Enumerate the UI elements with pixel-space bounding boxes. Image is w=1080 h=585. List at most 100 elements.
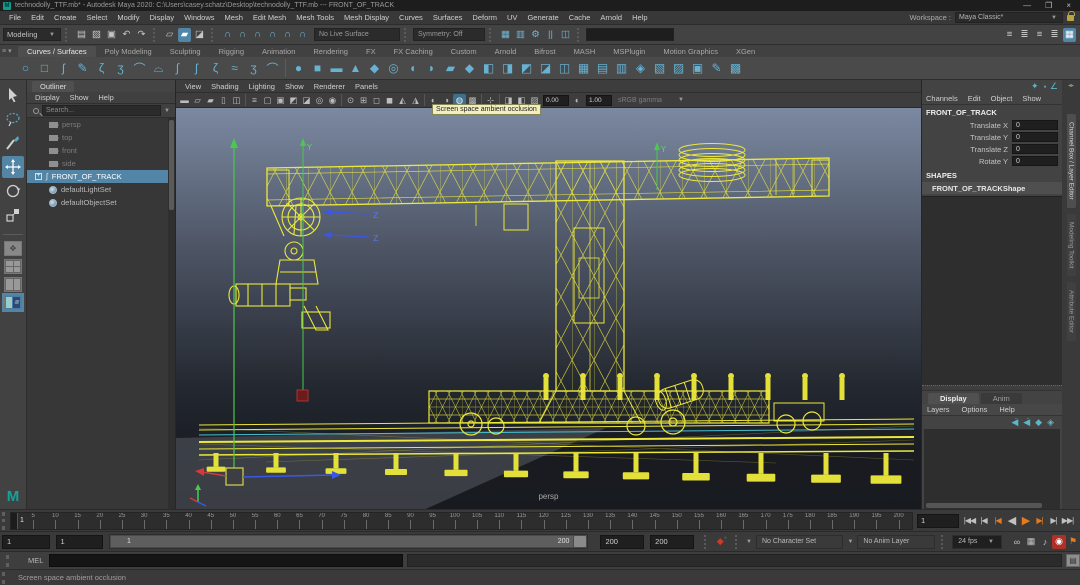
scale-tool[interactable] — [2, 204, 24, 226]
redo-icon[interactable]: ↷ — [135, 28, 148, 42]
stitch-icon[interactable]: ▩ — [726, 59, 745, 78]
viewport-panel[interactable]: ViewShadingLightingShowRendererPanels ▬▱… — [176, 80, 921, 509]
outliner-item-defaultobjectset[interactable]: defaultObjectSet — [27, 196, 175, 209]
menu-edit-mesh[interactable]: Edit Mesh — [248, 13, 291, 22]
outliner-scrollbar[interactable] — [168, 118, 175, 509]
shelf-tab-fx-caching[interactable]: FX Caching — [385, 46, 442, 57]
auto-key-icon[interactable]: ◉ — [1052, 535, 1066, 549]
graph-icon[interactable]: ∠ — [1050, 81, 1058, 92]
camera-attributes-icon[interactable]: ▰ — [204, 94, 217, 107]
maximize-button[interactable]: ❐ — [1045, 1, 1052, 10]
shelf-tab-fx[interactable]: FX — [357, 46, 385, 57]
channel-menu-channels[interactable]: Channels — [922, 94, 962, 103]
insert-isoparm-icon[interactable]: ▥ — [612, 59, 631, 78]
intersect-curve-icon[interactable]: ⌒ — [263, 59, 282, 78]
nurbs-sphere-icon[interactable]: ● — [289, 59, 308, 78]
expand-icon[interactable]: + — [35, 173, 42, 180]
ep-curve-icon[interactable]: ✎ — [73, 59, 92, 78]
speed-ramp-icon[interactable]: ◔ — [1041, 82, 1046, 92]
viewport-menu-panels[interactable]: Panels — [350, 82, 383, 91]
grip-divider[interactable] — [735, 535, 740, 549]
planar-icon[interactable]: ◆ — [460, 59, 479, 78]
menu-edit[interactable]: Edit — [26, 13, 49, 22]
menu-display[interactable]: Display — [145, 13, 180, 22]
shelf-tab-curves-surfaces[interactable]: Curves / Surfaces — [18, 46, 96, 57]
new-scene-icon[interactable]: ▤ — [75, 28, 88, 42]
menu-file[interactable]: File — [4, 13, 26, 22]
outliner-menu-help[interactable]: Help — [94, 93, 117, 102]
shelf-tab-sculpting[interactable]: Sculpting — [161, 46, 210, 57]
close-button[interactable]: × — [1066, 1, 1071, 10]
image-plane-icon[interactable]: ◫ — [230, 94, 243, 107]
menu-cache[interactable]: Cache — [564, 13, 596, 22]
layer-tab-anim[interactable]: Anim — [981, 393, 1022, 404]
anim-layer-select[interactable]: No Anim Layer — [857, 535, 935, 549]
menu-modify[interactable]: Modify — [112, 13, 144, 22]
cut-curve-icon[interactable]: ʒ — [244, 59, 263, 78]
channel-object-name[interactable]: FRONT_OF_TRACK — [922, 105, 1062, 119]
sphere-project-icon[interactable]: ◖ — [403, 59, 422, 78]
channel-value-field[interactable]: 0 — [1012, 144, 1058, 154]
trim-icon[interactable]: ▧ — [650, 59, 669, 78]
curve-fillet-icon[interactable]: ∫ — [168, 59, 187, 78]
timeline-ruler[interactable]: 1 51015202530354045505560657075808590951… — [10, 512, 913, 530]
grip-divider[interactable] — [2, 512, 10, 530]
nurbs-cube-icon[interactable]: ■ — [308, 59, 327, 78]
menu-curves[interactable]: Curves — [394, 13, 428, 22]
shelf-tab-xgen[interactable]: XGen — [727, 46, 764, 57]
command-language-label[interactable]: MEL — [28, 556, 43, 565]
channel-label[interactable]: Translate X — [970, 121, 1008, 130]
bookmark-icon[interactable]: ▯ — [217, 94, 230, 107]
playback-end-field[interactable]: 200 — [600, 535, 644, 549]
select-camera-icon[interactable]: ▬ — [178, 94, 191, 107]
menu-deform[interactable]: Deform — [467, 13, 502, 22]
field-chart-icon[interactable]: ⊞ — [357, 94, 370, 107]
show-channel-box-icon[interactable]: ▦ — [1063, 28, 1076, 42]
shelf-tab-motion-graphics[interactable]: Motion Graphics — [654, 46, 727, 57]
shelf-menu-icon[interactable]: ≡ — [2, 48, 6, 55]
outliner-item-front_of_track[interactable]: +ʃFRONT_OF_TRACK — [27, 170, 175, 183]
make-live-icon[interactable]: ∩ — [296, 28, 309, 42]
command-result-field[interactable] — [407, 554, 1062, 567]
textured-icon[interactable]: ▣ — [274, 94, 287, 107]
rebuild-icon[interactable]: ▣ — [688, 59, 707, 78]
shelf-tab-bifrost[interactable]: Bifrost — [525, 46, 564, 57]
exposure-field[interactable]: 0.00 — [543, 95, 569, 106]
grip-divider[interactable] — [704, 535, 709, 549]
go-to-start-button[interactable]: |◀◀ — [963, 514, 976, 528]
shaded-icon[interactable]: ▢ — [261, 94, 274, 107]
grip-divider[interactable] — [2, 572, 10, 584]
loft-icon[interactable]: ▰ — [441, 59, 460, 78]
render-settings-icon[interactable]: ⚙ — [529, 28, 542, 42]
pause-icon[interactable]: || — [544, 28, 557, 42]
step-back-key-button[interactable]: |◀ — [991, 514, 1004, 528]
sidebar-tab-modeling-toolkit[interactable]: Modeling Toolkit — [1067, 214, 1076, 277]
sidebar-collapse-icon[interactable]: ◂▸ — [1062, 82, 1080, 89]
fps-select[interactable]: 24 fps▼ — [952, 535, 1002, 549]
go-to-end-button[interactable]: ▶▶| — [1061, 514, 1074, 528]
select-object-icon[interactable]: ▰ — [178, 28, 191, 42]
boundary-icon[interactable]: ◩ — [517, 59, 536, 78]
shelf-tab-arnold[interactable]: Arnold — [486, 46, 526, 57]
revolve-icon[interactable]: ◗ — [422, 59, 441, 78]
detach-icon[interactable]: ◫ — [555, 59, 574, 78]
channel-value-field[interactable]: 0 — [1012, 156, 1058, 166]
undo-icon[interactable]: ↶ — [120, 28, 133, 42]
animation-start-field[interactable]: 1 — [2, 535, 50, 549]
viewport-menu-lighting[interactable]: Lighting — [244, 82, 280, 91]
menu-mesh[interactable]: Mesh — [220, 13, 248, 22]
birail-icon[interactable]: ◨ — [498, 59, 517, 78]
hypershade-icon[interactable]: ◫ — [559, 28, 572, 42]
snap-projected-center-icon[interactable]: ∩ — [266, 28, 279, 42]
shelf-tab-poly-modeling[interactable]: Poly Modeling — [96, 46, 161, 57]
chevron-down-icon[interactable]: ▼ — [746, 539, 752, 545]
channel-menu-edit[interactable]: Edit — [964, 94, 985, 103]
grip-divider[interactable] — [6, 555, 14, 567]
motion-blur-icon[interactable]: ◉ — [326, 94, 339, 107]
pencil-curve-icon[interactable]: ʒ — [111, 59, 130, 78]
wireframe-icon[interactable]: ≡ — [248, 94, 261, 107]
open-scene-icon[interactable]: ▨ — [90, 28, 103, 42]
outliner-item-persp[interactable]: persp — [27, 118, 175, 131]
shelf-tab-rigging[interactable]: Rigging — [210, 46, 253, 57]
screen-space-ao-icon[interactable]: ◎ — [313, 94, 326, 107]
